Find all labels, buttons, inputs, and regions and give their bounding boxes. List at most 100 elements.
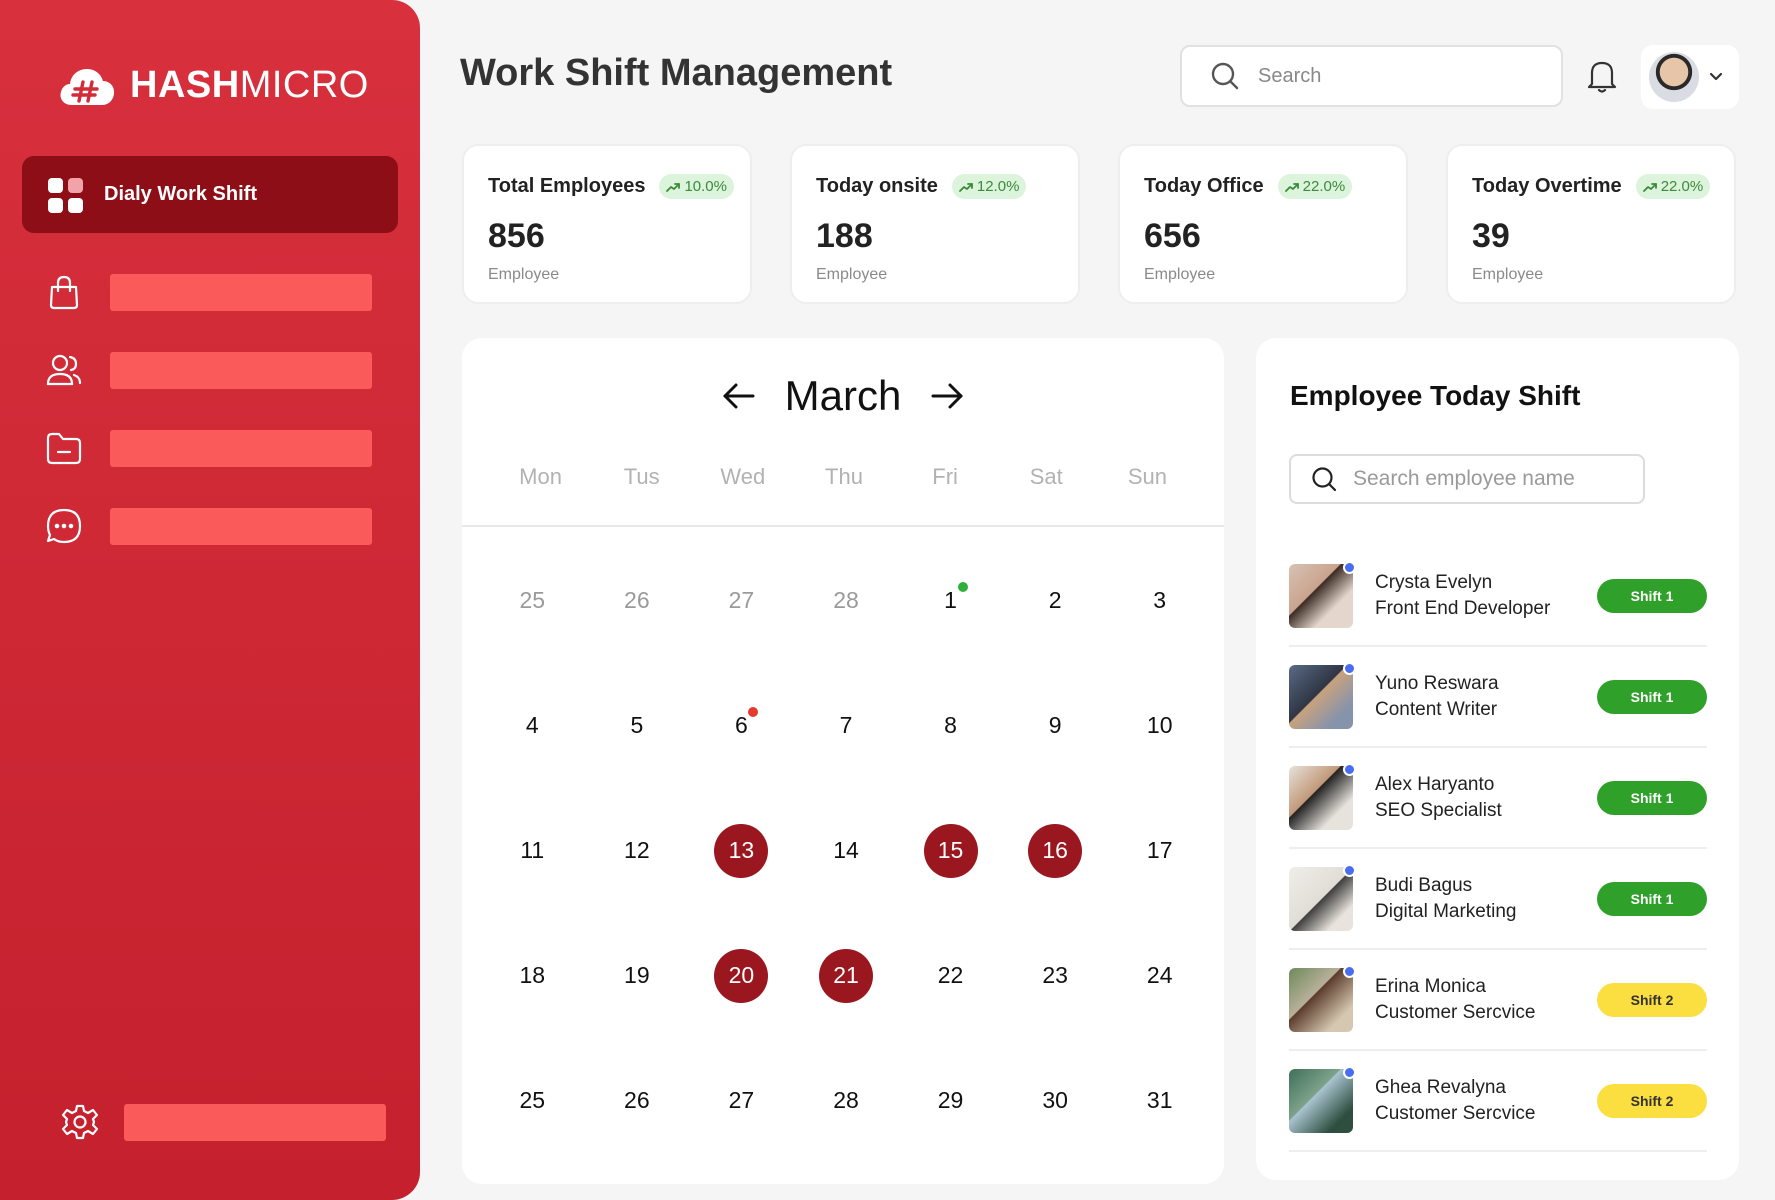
event-dot-green	[957, 581, 968, 592]
stat-label: Today Office	[1144, 175, 1264, 197]
list-item[interactable]: Yuno Reswara Content Writer Shift 1	[1289, 647, 1707, 748]
calendar-day-selected[interactable]: 20	[714, 948, 769, 1003]
list-item[interactable]: Erina Monica Customer Sercvice Shift 2	[1289, 950, 1707, 1051]
calendar-day-number[interactable]: 29	[924, 1074, 978, 1128]
shift-badge[interactable]: Shift 2	[1597, 1083, 1707, 1118]
list-item[interactable]: Budi Bagus Digital Marketing Shift 1	[1289, 849, 1707, 950]
calendar-day-number[interactable]: 23	[1028, 949, 1082, 1003]
calendar-day-number[interactable]: 30	[1028, 1074, 1082, 1128]
calendar-day: 27	[689, 1038, 794, 1163]
calendar-day-number[interactable]: 26	[610, 1074, 664, 1128]
arrow-left-icon[interactable]	[721, 378, 757, 414]
employee-search[interactable]	[1289, 454, 1645, 504]
calendar-day-number[interactable]: 4	[505, 699, 559, 753]
calendar-day-number[interactable]: 25	[505, 574, 559, 628]
employee-role: Customer Sercvice	[1375, 1001, 1536, 1023]
calendar-day-selected[interactable]: 15	[923, 823, 978, 878]
list-item[interactable]: Crysta Evelyn Front End Developer Shift 1	[1289, 546, 1707, 647]
calendar-day-number[interactable]: 25	[505, 1074, 559, 1128]
employee-shift-panel: Employee Today Shift Crysta Evelyn Front …	[1256, 338, 1739, 1180]
calendar-day-number[interactable]: 9	[1028, 699, 1082, 753]
shift-badge[interactable]: Shift 1	[1597, 578, 1707, 613]
search-input[interactable]	[1258, 64, 1518, 88]
employee-role: Customer Sercvice	[1375, 1102, 1536, 1124]
calendar-day: 19	[585, 913, 690, 1038]
weekday-label: Sun	[1127, 464, 1167, 489]
avatar	[1289, 661, 1356, 729]
employee-search-input[interactable]	[1353, 467, 1633, 491]
calendar-day-number[interactable]: 2	[1028, 574, 1082, 628]
calendar-day: 3	[1107, 538, 1212, 663]
stat-unit: Employee	[1472, 266, 1544, 283]
sidebar-item-4[interactable]	[44, 506, 374, 546]
stat-unit: Employee	[488, 266, 560, 283]
chevron-down-icon	[1709, 72, 1723, 81]
calendar-day-number[interactable]: 5	[610, 699, 664, 753]
calendar-day-number[interactable]: 14	[819, 824, 873, 878]
calendar-day-number[interactable]: 19	[610, 949, 664, 1003]
calendar-day-number[interactable]: 3	[1133, 574, 1187, 628]
calendar-day-number[interactable]: 18	[505, 949, 559, 1003]
calendar-day-selected[interactable]: 21	[818, 948, 873, 1003]
global-search[interactable]	[1180, 45, 1563, 107]
employee-name: Crysta Evelyn	[1375, 571, 1493, 593]
stat-card-today-onsite: Today onsite 12.0% 188 Employee	[790, 144, 1080, 304]
trend-up-icon	[1284, 182, 1299, 192]
calendar-day-number[interactable]: 17	[1133, 824, 1187, 878]
calendar-day-number[interactable]: 10	[1133, 699, 1187, 753]
calendar-day-selected[interactable]: 13	[714, 823, 769, 878]
list-item[interactable]: Ghea Revalyna Customer Sercvice Shift 2	[1289, 1051, 1707, 1152]
chat-icon	[46, 508, 82, 544]
calendar-day-number[interactable]: 31	[1133, 1074, 1187, 1128]
calendar-day-number[interactable]: 28	[819, 574, 873, 628]
calendar-day: 13	[689, 788, 794, 913]
calendar-day-selected[interactable]: 16	[1028, 823, 1083, 878]
calendar-day: 11	[480, 788, 585, 913]
stat-value: 188	[816, 217, 873, 255]
dashboard-grid-icon	[48, 177, 83, 213]
shift-badge[interactable]: Shift 1	[1597, 881, 1707, 916]
avatar	[1289, 964, 1356, 1032]
calendar-day-number[interactable]: 6	[714, 699, 768, 753]
employee-info: Alex Haryanto SEO Specialist	[1375, 772, 1597, 824]
calendar-day-number[interactable]: 28	[819, 1074, 873, 1128]
shift-badge[interactable]: Shift 2	[1597, 982, 1707, 1017]
online-status-dot	[1343, 964, 1356, 978]
calendar-day-number[interactable]: 12	[610, 824, 664, 878]
shopping-bag-icon	[49, 275, 79, 310]
brand-logo[interactable]: HASHMICRO	[58, 64, 369, 107]
sidebar-item-daily-work-shift[interactable]: Dialy Work Shift	[22, 156, 398, 233]
stat-card-today-office: Today Office 22.0% 656 Employee	[1118, 144, 1408, 304]
calendar-day: 1	[898, 538, 1003, 663]
sidebar-item-settings[interactable]	[60, 1102, 386, 1142]
stat-label: Today onsite	[816, 175, 938, 197]
arrow-right-icon[interactable]	[929, 378, 965, 414]
employee-role: SEO Specialist	[1375, 799, 1502, 821]
stat-label: Today Overtime	[1472, 175, 1622, 197]
sidebar-item-2[interactable]	[44, 350, 374, 390]
stat-value: 39	[1472, 217, 1510, 255]
calendar-day-number[interactable]: 26	[610, 574, 664, 628]
calendar-day-number[interactable]: 24	[1133, 949, 1187, 1003]
calendar-day: 4	[480, 663, 585, 788]
calendar-day-number[interactable]: 22	[924, 949, 978, 1003]
employee-info: Crysta Evelyn Front End Developer	[1375, 570, 1597, 622]
calendar-day: 26	[585, 538, 690, 663]
calendar-day-number[interactable]: 1	[924, 574, 978, 628]
calendar-day-number[interactable]: 7	[819, 699, 873, 753]
calendar-day-number[interactable]: 11	[505, 824, 559, 878]
calendar-day-number[interactable]: 8	[924, 699, 978, 753]
calendar-day-number[interactable]: 27	[714, 1074, 768, 1128]
sidebar-item-1[interactable]	[44, 272, 374, 312]
profile-menu[interactable]	[1641, 45, 1739, 109]
sidebar-item-3[interactable]	[44, 428, 374, 468]
trend-badge: 12.0%	[951, 174, 1027, 199]
bell-icon[interactable]	[1586, 58, 1618, 94]
calendar-day-number[interactable]: 27	[714, 574, 768, 628]
shift-badge[interactable]: Shift 1	[1597, 679, 1707, 714]
shift-badge[interactable]: Shift 1	[1597, 780, 1707, 815]
employee-info: Budi Bagus Digital Marketing	[1375, 873, 1597, 925]
list-item[interactable]: Alex Haryanto SEO Specialist Shift 1	[1289, 748, 1707, 849]
avatar	[1649, 52, 1699, 102]
trend-badge: 10.0%	[659, 174, 734, 199]
